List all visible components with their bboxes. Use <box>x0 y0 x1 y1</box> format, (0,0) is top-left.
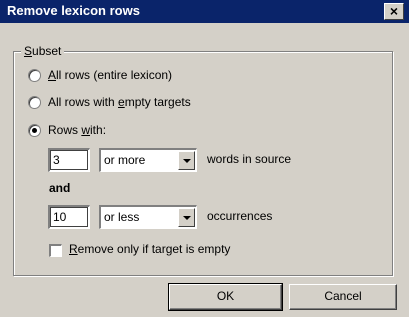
radio-all-rows[interactable]: All rows (entire lexicon) <box>28 68 172 82</box>
occurrences-unit-label: occurrences <box>207 209 273 223</box>
close-icon: × <box>389 3 399 19</box>
subset-legend: Subset <box>21 44 65 58</box>
radio-button-selected[interactable] <box>28 123 41 137</box>
remove-lexicon-rows-dialog: Remove lexicon rows × Subset All rows (e… <box>0 0 409 317</box>
chevron-down-icon[interactable] <box>178 151 195 170</box>
radio-rows-with[interactable]: Rows with: <box>28 123 106 137</box>
words-count-input[interactable]: 3 <box>48 148 90 172</box>
occurrences-comparator-value: or less <box>104 210 140 224</box>
title-bar: Remove lexicon rows × <box>0 0 409 23</box>
close-button[interactable]: × <box>384 3 404 20</box>
window-title: Remove lexicon rows <box>7 3 140 18</box>
remove-only-if-empty-label: Remove only if target is empty <box>69 242 231 256</box>
and-label: and <box>49 181 71 195</box>
words-comparator-select[interactable]: or more <box>99 148 197 172</box>
words-unit-label: words in source <box>207 152 292 166</box>
chevron-down-icon[interactable] <box>178 208 195 227</box>
ok-button[interactable]: OK <box>168 283 283 311</box>
radio-button[interactable] <box>28 68 41 82</box>
radio-rows-with-label: Rows with: <box>48 123 107 137</box>
radio-all-rows-label: All rows (entire lexicon) <box>48 68 173 82</box>
radio-button[interactable] <box>28 95 41 109</box>
cancel-button[interactable]: Cancel <box>289 284 397 310</box>
radio-empty-targets-label: All rows with empty targets <box>48 95 191 109</box>
radio-empty-targets[interactable]: All rows with empty targets <box>28 95 191 109</box>
occurrences-comparator-select[interactable]: or less <box>99 205 197 229</box>
remove-only-if-empty-checkbox[interactable] <box>49 244 62 257</box>
words-comparator-value: or more <box>104 153 146 167</box>
occurrences-count-input[interactable]: 10 <box>48 205 90 229</box>
